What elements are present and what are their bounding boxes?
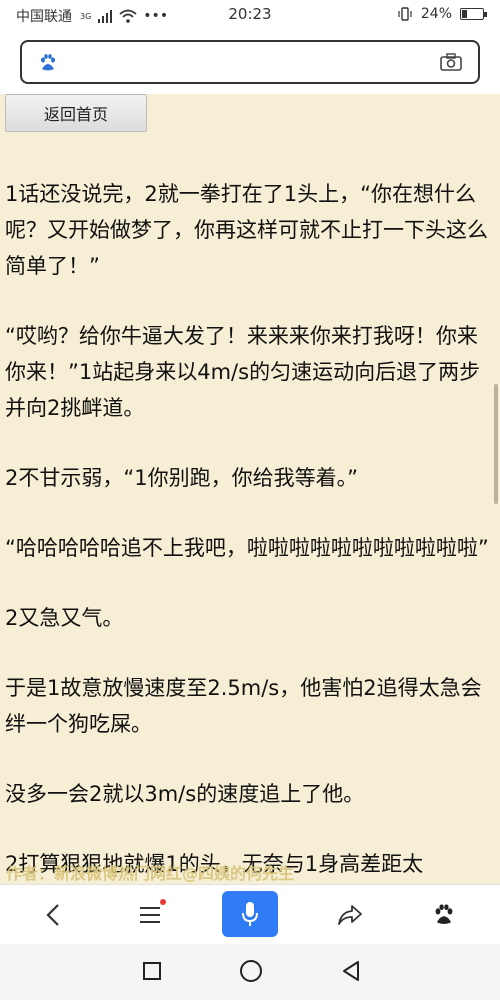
article-paragraph: “哎哟？给你牛逼大发了！来来来你来打我呀！你来你来！”1站起身来以4m/s的匀速…: [5, 324, 481, 420]
article-reader: boom！！1话还没说完，2就一拳打在了1头上，“你在想什么呢？又开始做梦了，你…: [0, 94, 500, 884]
microphone-button[interactable]: [222, 891, 278, 937]
microphone-icon: [242, 902, 258, 926]
status-bar: 中国联通 3G ••• 20:23 24%: [0, 0, 500, 30]
status-right: 24%: [397, 6, 487, 22]
search-input[interactable]: [20, 40, 480, 84]
article-paragraph: 2又急又气。: [5, 606, 124, 630]
vibrate-icon: [398, 7, 412, 21]
article-paragraph: 没多一会2就以3m/s的速度追上了他。: [5, 782, 365, 806]
back-home-button[interactable]: 返回首页: [5, 94, 147, 132]
battery-level-fill: [462, 10, 467, 18]
nav-back-icon[interactable]: [336, 956, 366, 986]
article-paragraph: 于是1故意放慢速度至2.5m/s，他害怕2追得太急会绊一个狗吃屎。: [5, 676, 482, 736]
scrollbar-thumb[interactable]: [494, 384, 498, 504]
article-paragraph: 2不甘示弱，“1你别跑，你给我等着。”: [5, 466, 358, 490]
search-bar: [0, 30, 500, 94]
battery-percent: 24%: [420, 6, 452, 22]
baidu-paw-icon[interactable]: [38, 53, 58, 73]
battery-icon: [460, 8, 487, 20]
article-content: boom！！1话还没说完，2就一拳打在了1头上，“你在想什么呢？又开始做梦了，你…: [5, 106, 495, 884]
browser-toolbar: [0, 884, 500, 944]
article-paragraph: “哈哈哈哈哈追不上我吧，啦啦啦啦啦啦啦啦啦啦啦”: [5, 536, 489, 560]
home-circle-icon[interactable]: [236, 956, 266, 986]
menu-icon[interactable]: [130, 895, 170, 935]
camera-icon[interactable]: [440, 53, 462, 71]
article-paragraph: 1话还没说完，2就一拳打在了1头上，“你在想什么呢？又开始做梦了，你再这样可就不…: [5, 182, 488, 278]
notification-dot: [160, 899, 166, 905]
system-navbar: [0, 944, 500, 1000]
back-arrow-icon[interactable]: [34, 895, 74, 935]
share-icon[interactable]: [330, 895, 370, 935]
author-watermark: 作者：新浪微博热门网红@四姨的何先生: [6, 864, 295, 883]
baidu-paw-icon[interactable]: [424, 895, 464, 935]
recent-square-icon[interactable]: [137, 956, 167, 986]
